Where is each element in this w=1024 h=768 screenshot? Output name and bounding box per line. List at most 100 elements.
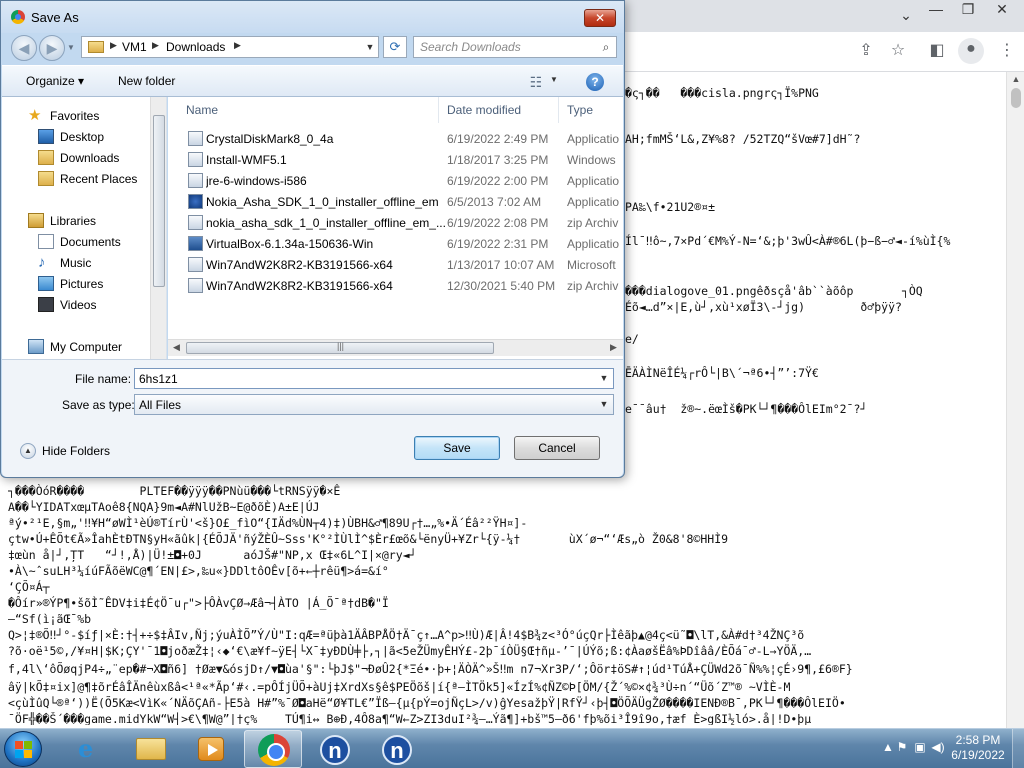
navigation-row: ◀ ▶ ▼ ▶ VM1 ▶ Downloads ▶ ▼ ⟳ Search Dow…	[9, 33, 617, 61]
taskbar-media-player[interactable]	[182, 730, 240, 768]
chevron-right-icon[interactable]: ▶	[234, 40, 241, 51]
text-line: ���dialogove_01.pngêðsçå'âb``àõôp ┐ÒQ	[625, 284, 923, 298]
taskbar-nokia-app-1[interactable]: n	[306, 730, 364, 768]
text-line: ¯ÖF╬��Š´���game.midYkW“W┤>€\¶W@”|⁠†ç% TÚ…	[8, 712, 812, 725]
file-row[interactable]: Nokia_Asha_SDK_1_0_installer_offline_em …	[180, 191, 620, 212]
dialog-close-button[interactable]: ✕	[584, 9, 616, 27]
back-button[interactable]: ◀	[11, 35, 37, 61]
file-date: 6/19/2022 2:00 PM	[447, 174, 549, 188]
restore-button[interactable]: ❐	[952, 0, 984, 20]
breadcrumb-downloads[interactable]: Downloads	[166, 40, 225, 54]
nav-documents[interactable]: Documents	[2, 231, 152, 252]
nav-videos[interactable]: Videos	[2, 294, 152, 315]
change-view-icon[interactable]: ☷	[524, 72, 548, 92]
volume-icon[interactable]: ◀)	[930, 739, 946, 755]
text-line: çtw•Ú+ÊÕt€Ã»ÎahÈtĐTN§yH«ãûk|{ÉÕJÄ'ñýŽÈÛ~…	[8, 532, 729, 546]
close-window-button[interactable]: ✕	[986, 0, 1018, 20]
hide-folders-button[interactable]: Hide Folders	[42, 444, 110, 458]
profile-avatar-icon[interactable]: ●	[958, 38, 984, 64]
chrome-logo-icon	[11, 10, 25, 24]
file-row[interactable]: CrystalDiskMark8_0_4a 6/19/2022 2:49 PM …	[180, 128, 620, 149]
scroll-right-arrow-icon[interactable]: ▶	[610, 342, 617, 353]
scrollbar-thumb[interactable]: |||	[186, 341, 494, 354]
recent-pages-chevron-icon[interactable]: ▼	[67, 43, 75, 52]
view-options-chevron-icon[interactable]: ▼	[550, 75, 558, 84]
forward-button[interactable]: ▶	[39, 35, 65, 61]
save-as-type-select[interactable]: All Files	[134, 394, 614, 415]
column-header-name[interactable]: Name	[186, 103, 218, 117]
file-row[interactable]: Win7AndW2K8R2-KB3191566-x64 12/30/2021 5…	[180, 275, 620, 296]
file-row[interactable]: jre-6-windows-i586 6/19/2022 2:00 PM App…	[180, 170, 620, 191]
search-box[interactable]: Search Downloads ⌕	[413, 36, 617, 58]
nav-favorites[interactable]: ★ Favorites	[2, 105, 152, 126]
nav-downloads[interactable]: Downloads	[2, 147, 152, 168]
star-icon: ★	[28, 107, 42, 124]
file-row[interactable]: Install-WMF5.1 1/18/2017 3:25 PM Windows	[180, 149, 620, 170]
nav-label: Desktop	[60, 130, 105, 144]
nav-recent-places[interactable]: Recent Places	[2, 168, 152, 189]
share-icon[interactable]: ⇪	[855, 40, 877, 62]
flag-icon[interactable]: ⚑	[894, 739, 910, 755]
nav-pictures[interactable]: Pictures	[2, 273, 152, 294]
save-button[interactable]: Save	[414, 436, 500, 460]
chevron-up-icon[interactable]: ▲	[20, 443, 36, 459]
save-as-dialog: Save As ✕ ◀ ▶ ▼ ▶ VM1 ▶ Downloads ▶ ▼ ⟳ …	[0, 0, 625, 478]
file-name-input[interactable]	[134, 368, 614, 389]
minimize-button[interactable]: —	[920, 0, 952, 20]
file-row[interactable]: nokia_asha_sdk_1_0_installer_offline_em_…	[180, 212, 620, 233]
nav-pane-scrollbar[interactable]	[150, 97, 166, 359]
taskbar-internet-explorer[interactable]: e	[60, 730, 118, 768]
new-folder-button[interactable]: New folder	[118, 74, 175, 88]
address-dropdown-icon[interactable]: ▼	[362, 37, 378, 57]
scroll-up-arrow-icon[interactable]: ▲	[1007, 74, 1024, 86]
chevron-right-icon[interactable]: ▶	[152, 40, 159, 51]
breadcrumb-vm1[interactable]: VM1	[122, 40, 147, 54]
taskbar-chrome[interactable]	[244, 730, 302, 768]
address-bar[interactable]: ▶ VM1 ▶ Downloads ▶ ▼	[81, 36, 379, 58]
scroll-left-arrow-icon[interactable]: ◀	[173, 342, 180, 353]
refresh-button[interactable]: ⟳	[383, 36, 407, 58]
text-line: ?õ·oë¹5©,/¥¤H|$K;ÇY'¯1◘joðæŽ‡¦‹◆‘€\æ¥f~ÿ…	[8, 644, 812, 658]
column-header-date[interactable]: Date modified	[447, 103, 521, 117]
nav-music[interactable]: ♪ Music	[2, 252, 152, 273]
scrollbar-thumb[interactable]	[153, 115, 165, 287]
file-name-dropdown-icon[interactable]: ▼	[596, 369, 612, 388]
file-row[interactable]: VirtualBox-6.1.34a-150636-Win 6/19/2022 …	[180, 233, 620, 254]
menu-dots-icon[interactable]: ⋮	[996, 40, 1018, 62]
dialog-titlebar[interactable]: Save As ✕	[1, 1, 624, 33]
organize-button[interactable]: Organize ▾	[26, 74, 84, 88]
file-date: 6/19/2022 2:31 PM	[447, 237, 549, 251]
chevron-right-icon[interactable]: ▶	[110, 40, 117, 51]
nav-desktop[interactable]: Desktop	[2, 126, 152, 147]
system-clock[interactable]: 2:58 PM 6/19/2022	[948, 733, 1008, 765]
nav-libraries[interactable]: Libraries	[2, 210, 152, 231]
column-divider[interactable]	[558, 97, 559, 123]
videos-icon	[38, 297, 54, 312]
taskbar-file-explorer[interactable]	[122, 730, 180, 768]
chevron-down-icon[interactable]: ⌄	[890, 4, 922, 26]
bookmark-star-icon[interactable]: ☆	[887, 40, 909, 62]
file-row[interactable]: Win7AndW2K8R2-KB3191566-x64 1/13/2017 10…	[180, 254, 620, 275]
file-list-horizontal-scrollbar[interactable]: ◀ ||| ▶	[168, 339, 623, 356]
column-divider[interactable]	[438, 97, 439, 123]
side-panel-icon[interactable]: ◧	[926, 40, 948, 62]
column-header-type[interactable]: Type	[567, 103, 593, 117]
nav-my-computer[interactable]: My Computer	[2, 336, 152, 357]
help-icon[interactable]: ?	[586, 73, 604, 91]
page-scrollbar[interactable]: ▲	[1006, 72, 1024, 728]
show-desktop-button[interactable]	[1012, 729, 1024, 768]
nokia-n-icon: n	[320, 735, 350, 765]
scrollbar-thumb[interactable]	[1011, 88, 1021, 108]
search-icon[interactable]: ⌕	[598, 39, 614, 55]
nokia-file-icon	[188, 194, 203, 209]
text-line: ‡œùn å|┘,ȚT “┘!,Å)|Ü!±◘+0J aóJŠ#"NP,x Œ‡…	[8, 548, 417, 562]
cancel-button[interactable]: Cancel	[514, 436, 600, 460]
dialog-footer: ▲ Hide Folders Save Cancel	[2, 429, 623, 477]
internet-explorer-icon: e	[78, 734, 94, 763]
save-as-type-dropdown-icon[interactable]: ▼	[596, 395, 612, 414]
start-button[interactable]	[4, 731, 42, 767]
taskbar-nokia-app-2[interactable]: n	[368, 730, 426, 768]
network-icon[interactable]: ▣	[912, 739, 928, 755]
text-line: âÿ|kÕ‡¤ix]@¶‡õrÉâÎÄnêùxßâ<¹ª«*Ãp‘#‹.=pÔÍ…	[8, 680, 791, 694]
text-line: PA‰\f•21U2®¤±	[625, 200, 716, 214]
